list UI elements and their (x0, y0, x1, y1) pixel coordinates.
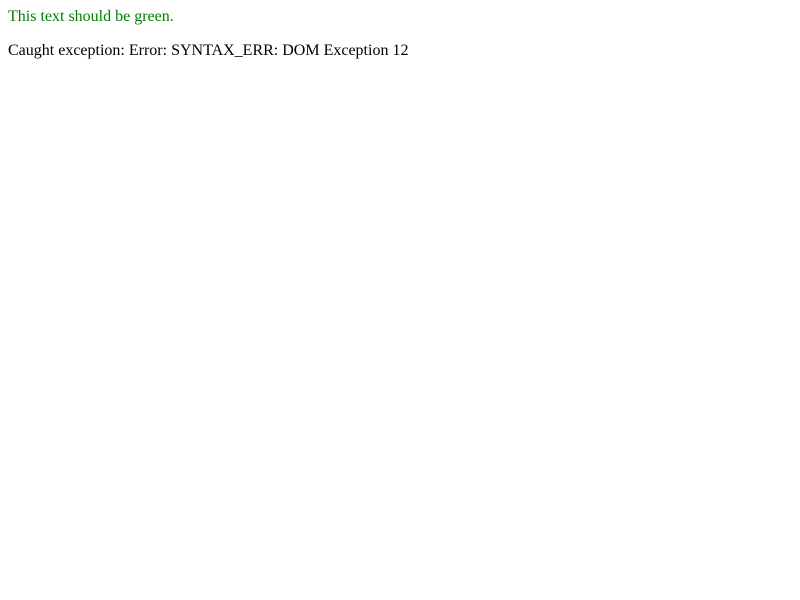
page-content: This text should be green. Caught except… (0, 0, 800, 68)
green-text-line: This text should be green. (8, 8, 174, 25)
exception-message-line: Caught exception: Error: SYNTAX_ERR: DOM… (8, 42, 409, 59)
